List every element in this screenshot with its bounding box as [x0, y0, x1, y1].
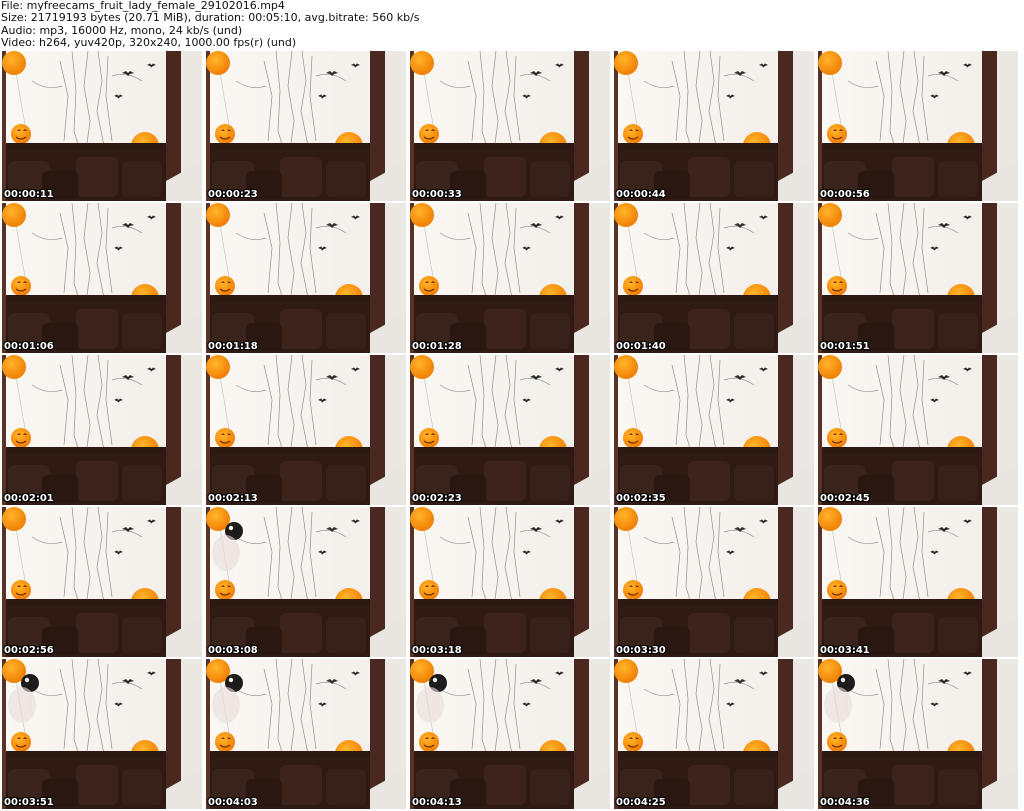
thumbnail-frame: 00:02:35: [614, 355, 814, 505]
frame-scene: [410, 507, 610, 657]
frame-scene: [2, 51, 202, 201]
frame-timestamp: 00:01:51: [820, 341, 870, 352]
frame-timestamp: 00:00:33: [412, 189, 462, 200]
frame-timestamp: 00:03:41: [820, 645, 870, 656]
frame-scene: [614, 659, 814, 809]
thumbnail-frame: 00:00:11: [2, 51, 202, 201]
thumbnail-frame: 00:03:51: [2, 659, 202, 809]
video-info-header: File: myfreecams_fruit_lady_female_29102…: [1, 0, 1021, 50]
frame-timestamp: 00:01:28: [412, 341, 462, 352]
thumbnail-frame: 00:04:13: [410, 659, 610, 809]
frame-timestamp: 00:02:13: [208, 493, 258, 504]
frame-timestamp: 00:00:11: [4, 189, 54, 200]
frame-timestamp: 00:03:18: [412, 645, 462, 656]
frame-scene: [614, 507, 814, 657]
thumbnail-frame: 00:01:18: [206, 203, 406, 353]
thumbnail-frame: 00:02:56: [2, 507, 202, 657]
thumbnail-frame: 00:03:41: [818, 507, 1018, 657]
frame-timestamp: 00:00:44: [616, 189, 666, 200]
frame-scene: [410, 355, 610, 505]
frame-scene: [2, 355, 202, 505]
frame-scene: [614, 355, 814, 505]
thumbnail-frame: 00:03:18: [410, 507, 610, 657]
frame-scene: [206, 507, 406, 657]
frame-scene: [818, 659, 1018, 809]
frame-timestamp: 00:02:35: [616, 493, 666, 504]
thumbnail-grid: 00:00:11 00:00:23 00:00:33 00:00:44 00:0…: [0, 50, 1024, 811]
thumbnail-frame: 00:02:01: [2, 355, 202, 505]
frame-timestamp: 00:02:56: [4, 645, 54, 656]
video-info-line: Video: h264, yuv420p, 320x240, 1000.00 f…: [1, 36, 297, 50]
frame-scene: [2, 507, 202, 657]
frame-timestamp: 00:03:51: [4, 797, 54, 808]
frame-scene: [410, 659, 610, 809]
frame-timestamp: 00:02:45: [820, 493, 870, 504]
frame-timestamp: 00:04:25: [616, 797, 666, 808]
thumbnail-frame: 00:03:30: [614, 507, 814, 657]
thumbnail-frame: 00:02:13: [206, 355, 406, 505]
thumbnail-frame: 00:02:45: [818, 355, 1018, 505]
frame-scene: [410, 51, 610, 201]
frame-scene: [614, 203, 814, 353]
frame-timestamp: 00:04:13: [412, 797, 462, 808]
frame-scene: [614, 51, 814, 201]
frame-scene: [410, 203, 610, 353]
thumbnail-frame: 00:04:36: [818, 659, 1018, 809]
file-size-line: Size: 21719193 bytes (20.71 MiB), durati…: [1, 11, 420, 25]
thumbnail-frame: 00:04:25: [614, 659, 814, 809]
frame-scene: [2, 203, 202, 353]
frame-timestamp: 00:00:23: [208, 189, 258, 200]
thumbnail-frame: 00:02:23: [410, 355, 610, 505]
thumbnail-frame: 00:04:03: [206, 659, 406, 809]
frame-timestamp: 00:01:18: [208, 341, 258, 352]
frame-timestamp: 00:04:36: [820, 797, 870, 808]
thumbnail-frame: 00:01:06: [2, 203, 202, 353]
thumbnail-frame: 00:01:40: [614, 203, 814, 353]
frame-timestamp: 00:03:30: [616, 645, 666, 656]
thumbnail-frame: 00:00:33: [410, 51, 610, 201]
frame-timestamp: 00:02:23: [412, 493, 462, 504]
frame-scene: [206, 355, 406, 505]
frame-scene: [206, 51, 406, 201]
frame-timestamp: 00:01:06: [4, 341, 54, 352]
frame-scene: [818, 507, 1018, 657]
thumbnail-frame: 00:00:44: [614, 51, 814, 201]
frame-timestamp: 00:03:08: [208, 645, 258, 656]
thumbnail-frame: 00:01:51: [818, 203, 1018, 353]
frame-scene: [818, 203, 1018, 353]
frame-scene: [206, 203, 406, 353]
frame-timestamp: 00:02:01: [4, 493, 54, 504]
frame-scene: [206, 659, 406, 809]
thumbnail-frame: 00:00:56: [818, 51, 1018, 201]
thumbnail-frame: 00:01:28: [410, 203, 610, 353]
frame-timestamp: 00:04:03: [208, 797, 258, 808]
frame-scene: [2, 659, 202, 809]
frame-scene: [818, 355, 1018, 505]
frame-scene: [818, 51, 1018, 201]
thumbnail-frame: 00:00:23: [206, 51, 406, 201]
thumbnail-frame: 00:03:08: [206, 507, 406, 657]
frame-timestamp: 00:00:56: [820, 189, 870, 200]
frame-timestamp: 00:01:40: [616, 341, 666, 352]
